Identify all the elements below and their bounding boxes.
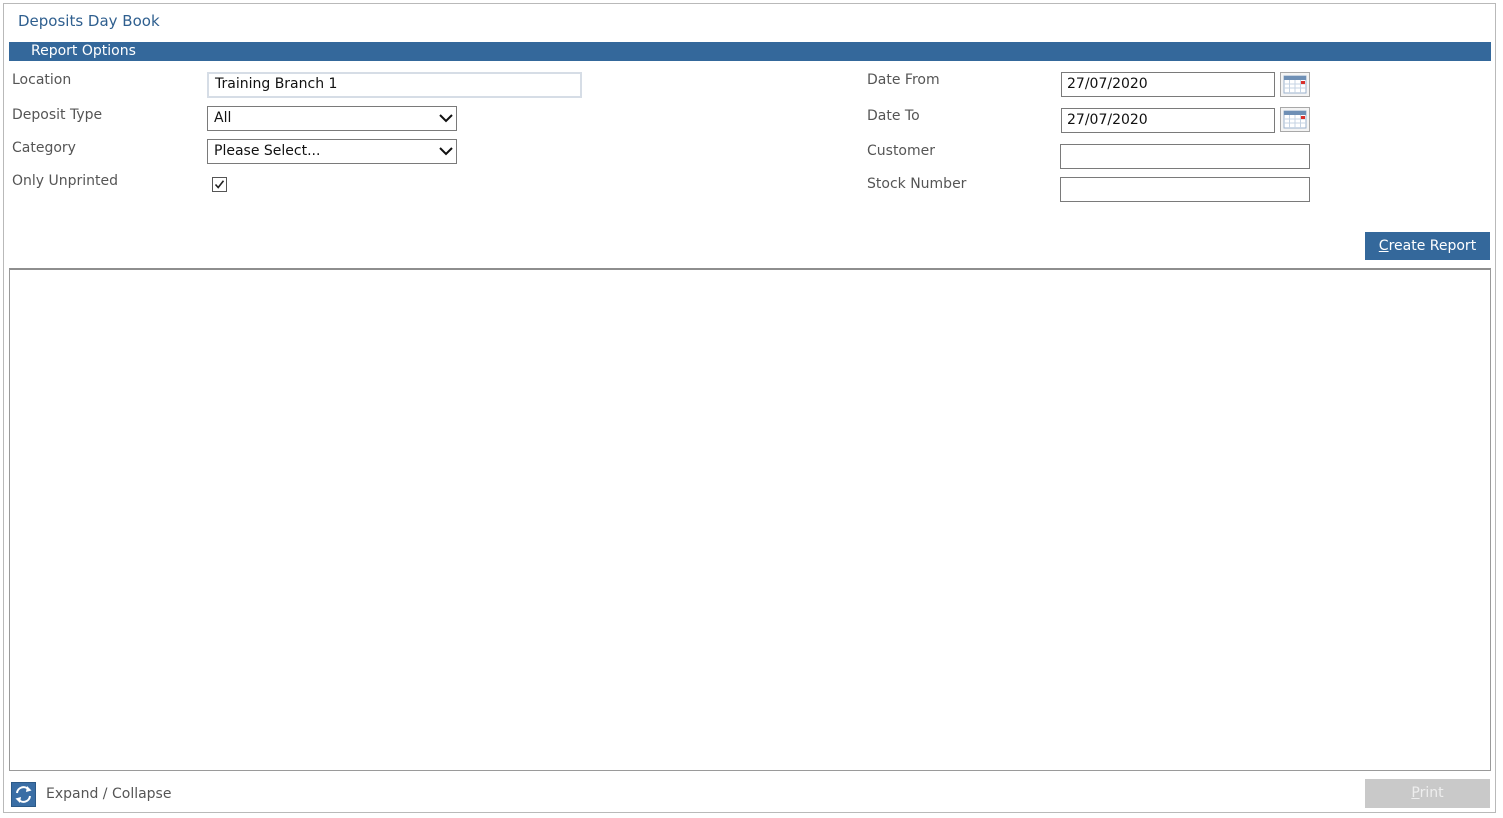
print-mnemonic: P xyxy=(1411,785,1420,801)
location-field[interactable]: Training Branch 1 xyxy=(207,72,582,98)
stock-number-label: Stock Number xyxy=(867,176,967,192)
only-unprinted-checkbox[interactable] xyxy=(212,177,227,192)
category-select[interactable]: Please Select... xyxy=(207,139,457,164)
customer-label: Customer xyxy=(867,143,936,159)
only-unprinted-label: Only Unprinted xyxy=(12,173,119,189)
deposit-type-value: All xyxy=(214,110,232,126)
customer-input[interactable] xyxy=(1060,144,1310,169)
stock-number-input[interactable] xyxy=(1060,177,1310,202)
page-title: Deposits Day Book xyxy=(18,12,160,30)
deposit-type-select[interactable]: All xyxy=(207,106,457,131)
report-options-header: Report Options xyxy=(9,42,1491,61)
create-report-mnemonic: C xyxy=(1378,238,1389,254)
date-from-calendar-button[interactable] xyxy=(1280,72,1310,97)
location-label: Location xyxy=(12,72,72,88)
date-to-input[interactable]: 27/07/2020 xyxy=(1061,108,1275,133)
category-value: Please Select... xyxy=(214,143,321,159)
date-from-input[interactable]: 27/07/2020 xyxy=(1061,72,1275,97)
report-viewer[interactable] xyxy=(9,268,1491,771)
date-to-calendar-button[interactable] xyxy=(1280,107,1310,132)
date-to-label: Date To xyxy=(867,108,920,124)
date-from-label: Date From xyxy=(867,72,940,88)
print-button[interactable]: Print xyxy=(1365,779,1490,808)
print-label: rint xyxy=(1419,785,1444,801)
calendar-icon xyxy=(1283,75,1307,94)
check-icon xyxy=(214,180,225,189)
chevron-down-icon xyxy=(439,114,453,123)
calendar-icon xyxy=(1283,110,1307,129)
chevron-down-icon xyxy=(439,147,453,156)
create-report-button[interactable]: Create Report xyxy=(1365,232,1490,260)
section-title: Report Options xyxy=(31,43,136,59)
create-report-label: reate Report xyxy=(1388,238,1477,254)
deposit-type-label: Deposit Type xyxy=(12,107,103,123)
refresh-icon xyxy=(15,786,32,803)
expand-collapse-label[interactable]: Expand / Collapse xyxy=(46,786,171,802)
expand-collapse-button[interactable] xyxy=(11,782,36,807)
category-label: Category xyxy=(12,140,76,156)
